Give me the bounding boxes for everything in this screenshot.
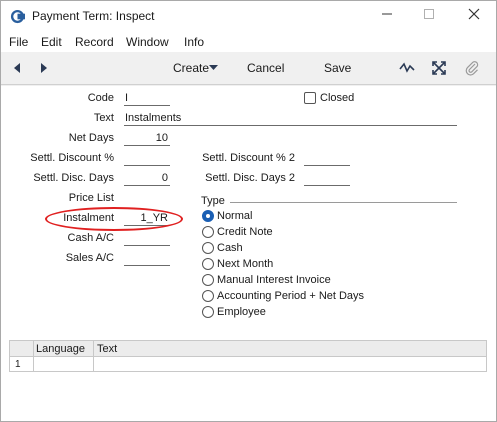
type-divider — [230, 202, 457, 203]
menu-file[interactable]: File — [9, 35, 28, 49]
radio-next-month-label: Next Month — [217, 258, 274, 270]
cancel-button[interactable]: Cancel — [247, 61, 284, 75]
sales-ac-field[interactable] — [124, 252, 170, 266]
title-bar: Payment Term: Inspect — [1, 1, 496, 32]
create-button[interactable]: Create — [173, 61, 209, 75]
attachment-icon[interactable] — [464, 60, 480, 76]
settl-disc-days2-field[interactable] — [304, 172, 350, 186]
radio-employee[interactable] — [202, 306, 214, 318]
cash-ac-label: Cash A/C — [67, 232, 114, 244]
menu-edit[interactable]: Edit — [41, 35, 62, 49]
settl-disc-days2-label: Settl. Disc. Days 2 — [205, 172, 295, 184]
instalment-highlight-ellipse — [45, 207, 183, 231]
minimize-icon — [382, 13, 392, 15]
code-field[interactable]: I — [124, 92, 170, 106]
radio-employee-label: Employee — [217, 306, 266, 318]
grid-cell-text[interactable] — [97, 359, 477, 371]
radio-credit-note[interactable] — [202, 226, 214, 238]
settl-disc-days-label: Settl. Disc. Days — [33, 172, 114, 184]
maximize-icon — [424, 9, 434, 19]
minimize-button[interactable] — [377, 7, 397, 25]
radio-manual-interest-invoice-label: Manual Interest Invoice — [217, 274, 331, 286]
text-field[interactable]: Instalments — [124, 112, 457, 126]
grid-header: Language Text — [10, 341, 486, 357]
toolbar: Create Cancel Save — [1, 52, 496, 85]
language-text-grid[interactable]: Language Text 1 — [9, 340, 487, 372]
app-icon — [10, 9, 25, 24]
price-list-field[interactable] — [124, 192, 170, 206]
chevron-down-icon[interactable] — [209, 65, 218, 71]
radio-manual-interest-invoice[interactable] — [202, 274, 214, 286]
form-area: Code I Closed Text Instalments Net Days … — [1, 86, 496, 421]
type-label: Type — [201, 195, 225, 207]
menu-record[interactable]: Record — [75, 35, 114, 49]
settl-disc-days-field[interactable]: 0 — [124, 172, 170, 186]
radio-accounting-period[interactable] — [202, 290, 214, 302]
price-list-label: Price List — [68, 192, 114, 204]
settl-discount-field[interactable] — [124, 152, 170, 166]
grid-column-divider — [33, 341, 34, 371]
radio-normal-label: Normal — [217, 210, 253, 222]
grid-row-number: 1 — [15, 359, 21, 370]
net-days-label: Net Days — [68, 132, 114, 144]
code-label: Code — [87, 92, 114, 104]
text-label: Text — [93, 112, 114, 124]
net-days-field[interactable]: 10 — [124, 132, 170, 146]
closed-label: Closed — [320, 92, 355, 104]
settl-discount2-field[interactable] — [304, 152, 350, 166]
maximize-button[interactable] — [419, 7, 439, 25]
radio-accounting-period-label: Accounting Period + Net Days — [217, 290, 365, 302]
previous-record-icon[interactable] — [10, 60, 26, 76]
radio-cash[interactable] — [202, 242, 214, 254]
sales-ac-label: Sales A/C — [65, 252, 114, 264]
settl-discount-label: Settl. Discount % — [30, 152, 114, 164]
close-button[interactable] — [464, 7, 484, 25]
menu-bar: File Edit Record Window Info — [1, 32, 496, 52]
payment-term-window: Payment Term: Inspect File Edit Record W… — [0, 0, 497, 422]
radio-normal[interactable] — [202, 210, 214, 222]
cash-ac-field[interactable] — [124, 232, 170, 246]
save-button[interactable]: Save — [324, 61, 351, 75]
next-record-icon[interactable] — [35, 60, 51, 76]
grid-header-text[interactable]: Text — [97, 343, 117, 355]
settl-discount2-label: Settl. Discount % 2 — [202, 152, 295, 164]
closed-checkbox[interactable] — [304, 92, 316, 104]
grid-column-divider — [93, 341, 94, 371]
activity-icon[interactable] — [399, 60, 415, 76]
grid-cell-language[interactable] — [36, 359, 92, 371]
grid-header-language[interactable]: Language — [36, 343, 85, 355]
window-title: Payment Term: Inspect — [32, 9, 155, 23]
radio-next-month[interactable] — [202, 258, 214, 270]
radio-credit-note-label: Credit Note — [217, 226, 273, 238]
radio-cash-label: Cash — [217, 242, 243, 254]
menu-info[interactable]: Info — [184, 35, 204, 49]
menu-window[interactable]: Window — [126, 35, 169, 49]
expand-icon[interactable] — [431, 60, 447, 76]
close-icon — [468, 8, 480, 20]
